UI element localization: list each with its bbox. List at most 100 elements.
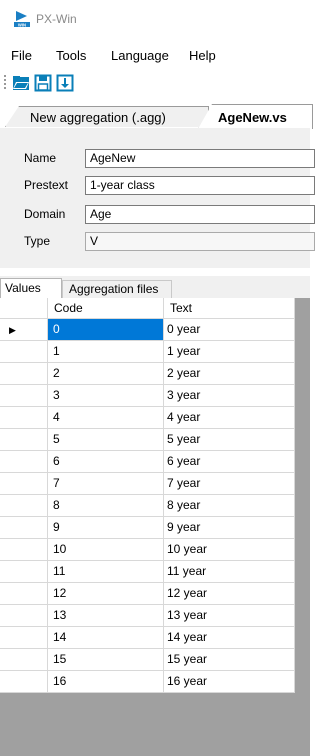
type-field[interactable]: V — [85, 232, 315, 251]
table-row[interactable]: 13 13 year — [0, 605, 295, 627]
code-cell[interactable]: 14 — [48, 627, 164, 649]
save-icon[interactable] — [34, 74, 52, 92]
text-cell[interactable]: 2 year — [164, 363, 295, 385]
import-icon[interactable] — [56, 74, 74, 92]
text-cell[interactable]: 6 year — [164, 451, 295, 473]
code-cell[interactable]: 13 — [48, 605, 164, 627]
code-cell[interactable]: 8 — [48, 495, 164, 517]
row-header[interactable] — [0, 627, 48, 649]
row-header[interactable] — [0, 407, 48, 429]
row-header[interactable] — [0, 583, 48, 605]
code-cell[interactable]: 2 — [48, 363, 164, 385]
name-field[interactable]: AgeNew — [85, 149, 315, 168]
row-header[interactable] — [0, 429, 48, 451]
menu-bar: File Tools Language Help — [0, 46, 310, 68]
svg-text:WIN: WIN — [18, 22, 26, 27]
table-row[interactable]: 77 year — [0, 473, 295, 495]
open-folder-icon[interactable] — [12, 74, 30, 92]
table-row[interactable]: 15 15 year — [0, 649, 295, 671]
domain-field[interactable]: Age — [85, 205, 315, 224]
toolbar — [0, 70, 310, 96]
px-win-logo-icon: WIN — [14, 11, 30, 27]
menu-tools[interactable]: Tools — [56, 48, 86, 63]
table-row[interactable]: ▶ 0 0 year — [0, 319, 295, 341]
code-cell[interactable]: 4 — [48, 407, 164, 429]
code-cell[interactable]: 5 — [48, 429, 164, 451]
column-header-code[interactable]: Code — [48, 298, 164, 319]
text-cell[interactable]: 12 year — [164, 583, 295, 605]
text-cell[interactable]: 14 year — [164, 627, 295, 649]
text-cell[interactable]: 0 year — [164, 319, 295, 341]
code-cell[interactable]: 0 — [48, 319, 164, 341]
code-cell[interactable]: 1 — [48, 341, 164, 363]
toolbar-grip[interactable] — [4, 75, 6, 91]
values-grid: Code Text ▶ 0 0 year 1 1 year 2 2 year 3 3 year 4… — [0, 298, 310, 756]
text-cell[interactable]: 16 year — [164, 671, 295, 693]
tab-aggregation-files[interactable]: Aggregation files — [62, 280, 172, 298]
tab-agenew-vs[interactable]: AgeNew.vs — [198, 104, 313, 129]
text-cell[interactable]: 7 year — [164, 473, 295, 495]
prestext-label: Prestext — [24, 178, 69, 192]
text-cell[interactable]: 3 year — [164, 385, 295, 407]
table-row[interactable]: 88 year — [0, 495, 295, 517]
row-header[interactable] — [0, 561, 48, 583]
text-cell[interactable]: 4 year — [164, 407, 295, 429]
document-tab-strip: New aggregation (.agg) AgeNew.vs — [0, 104, 313, 129]
row-header[interactable] — [0, 649, 48, 671]
table-row[interactable]: 22 year — [0, 363, 295, 385]
menu-language[interactable]: Language — [111, 48, 169, 63]
row-header[interactable] — [0, 517, 48, 539]
code-cell[interactable]: 16 — [48, 671, 164, 693]
tab-new-aggregation[interactable]: New aggregation (.agg) — [5, 106, 209, 127]
table-row[interactable]: 44 year — [0, 407, 295, 429]
table-row[interactable]: 66 year — [0, 451, 295, 473]
table-row[interactable]: 10 10 year — [0, 539, 295, 561]
table-row[interactable]: 11 11 year — [0, 561, 295, 583]
code-cell[interactable]: 9 — [48, 517, 164, 539]
window-title: PX-Win — [36, 12, 77, 26]
table-row[interactable]: 11 year — [0, 341, 295, 363]
menu-file[interactable]: File — [11, 48, 32, 63]
text-cell[interactable]: 15 year — [164, 649, 295, 671]
code-cell[interactable]: 15 — [48, 649, 164, 671]
row-header[interactable] — [0, 473, 48, 495]
text-cell[interactable]: 1 year — [164, 341, 295, 363]
code-cell[interactable]: 3 — [48, 385, 164, 407]
text-cell[interactable]: 10 year — [164, 539, 295, 561]
menu-help[interactable]: Help — [189, 48, 216, 63]
row-header[interactable] — [0, 671, 48, 693]
table-row[interactable]: 14 14 year — [0, 627, 295, 649]
row-header[interactable]: ▶ — [0, 319, 48, 341]
row-header[interactable] — [0, 451, 48, 473]
tab-values[interactable]: Values — [0, 278, 62, 298]
code-cell[interactable]: 11 — [48, 561, 164, 583]
text-cell[interactable]: 13 year — [164, 605, 295, 627]
code-cell[interactable]: 6 — [48, 451, 164, 473]
prestext-field[interactable]: 1-year class — [85, 176, 315, 195]
domain-label: Domain — [24, 207, 66, 221]
text-cell[interactable]: 8 year — [164, 495, 295, 517]
row-header[interactable] — [0, 385, 48, 407]
table-row[interactable]: 99 year — [0, 517, 295, 539]
row-header[interactable] — [0, 363, 48, 385]
table-row[interactable]: 33 year — [0, 385, 295, 407]
row-header[interactable] — [0, 539, 48, 561]
row-header-corner — [0, 298, 48, 319]
row-header[interactable] — [0, 605, 48, 627]
column-header-text[interactable]: Text — [164, 298, 295, 319]
code-cell[interactable]: 7 — [48, 473, 164, 495]
table-row[interactable]: 55 year — [0, 429, 295, 451]
table-row[interactable]: 12 12 year — [0, 583, 295, 605]
title-bar: WIN PX-Win — [0, 0, 310, 38]
row-header[interactable] — [0, 495, 48, 517]
text-cell[interactable]: 11 year — [164, 561, 295, 583]
properties-panel: Name AgeNew Prestext 1-year class Domain… — [0, 128, 315, 268]
code-cell[interactable]: 12 — [48, 583, 164, 605]
lower-tab-strip: Values Aggregation files — [0, 276, 310, 298]
table-row[interactable]: 16 16 year — [0, 671, 295, 693]
text-cell[interactable]: 9 year — [164, 517, 295, 539]
current-row-pointer-icon: ▶ — [9, 325, 16, 335]
row-header[interactable] — [0, 341, 48, 363]
code-cell[interactable]: 10 — [48, 539, 164, 561]
text-cell[interactable]: 5 year — [164, 429, 295, 451]
